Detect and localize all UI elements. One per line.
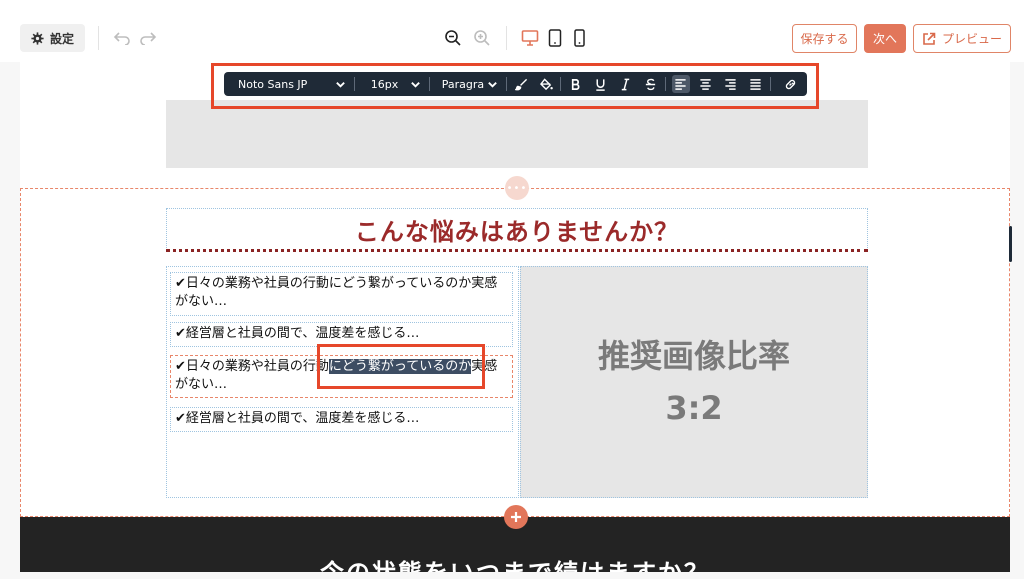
next-section-heading[interactable]: 今の状態をいつまで続けますか？ (20, 553, 1010, 572)
align-justify-icon (750, 78, 761, 90)
desktop-view-button[interactable] (520, 28, 540, 48)
bold-button[interactable] (563, 72, 588, 96)
image-placeholder[interactable]: 推奨画像比率 3:2 (520, 266, 868, 498)
zoom-out-icon (445, 30, 461, 46)
list-item[interactable]: ✔経営層と社員の間で、温度差を感じる… (170, 407, 513, 432)
canvas-bottom (0, 572, 1024, 579)
zoom-in-button[interactable] (472, 28, 492, 48)
image-placeholder-previous[interactable] (166, 100, 868, 168)
strikethrough-icon (646, 78, 656, 90)
align-left-button[interactable] (668, 72, 693, 96)
text-color-button[interactable] (509, 72, 534, 96)
divider (98, 26, 99, 50)
external-link-icon (923, 32, 936, 45)
toolbar-divider (560, 77, 562, 91)
chevron-down-icon (487, 81, 497, 88)
align-justify-button[interactable] (743, 72, 768, 96)
preview-label: プレビュー (941, 32, 1002, 46)
font-family-select[interactable]: Noto Sans JP (224, 72, 352, 96)
align-left-active-bg (671, 75, 690, 93)
image-ratio-value: 3:2 (665, 389, 723, 427)
background-color-button[interactable] (534, 72, 559, 96)
add-section-button[interactable] (504, 505, 528, 529)
heading-underline (166, 249, 868, 252)
mobile-icon (573, 29, 585, 47)
chevron-down-icon (410, 81, 420, 88)
section-drag-handle[interactable]: ••• (505, 176, 529, 200)
block-format-value: Paragra (441, 77, 485, 91)
align-center-icon (700, 78, 711, 90)
paint-bucket-icon (539, 77, 553, 90)
tablet-view-button[interactable] (546, 28, 564, 48)
gear-icon (31, 31, 44, 45)
text-format-toolbar: Noto Sans JP 16px Paragra (224, 72, 807, 96)
toolbar-divider (428, 77, 430, 91)
link-icon (785, 79, 795, 89)
zoom-in-icon (474, 30, 490, 46)
tablet-icon (548, 29, 562, 47)
divider (506, 26, 507, 50)
zoom-out-button[interactable] (443, 28, 463, 48)
align-right-icon (725, 78, 736, 90)
toolbar-divider (665, 77, 667, 91)
list-item-text: ✔経営層と社員の間で、温度差を感じる… (175, 326, 420, 341)
preview-button[interactable]: プレビュー (913, 24, 1011, 53)
insert-link-button[interactable] (773, 72, 807, 96)
mobile-view-button[interactable] (571, 28, 587, 48)
section-heading[interactable]: こんな悩みはありませんか？ (166, 212, 868, 247)
settings-button[interactable]: 設定 (20, 24, 85, 52)
align-right-button[interactable] (718, 72, 743, 96)
toolbar-divider (505, 77, 507, 91)
list-item-text: ✔日々の業務や社員の行動にどう繋がっているのか実感がない… (175, 276, 498, 309)
selection-highlight-box (317, 344, 485, 389)
scrollbar-thumb[interactable] (1009, 226, 1012, 262)
undo-icon (113, 32, 130, 45)
save-label: 保存する (800, 32, 849, 46)
desktop-icon (521, 30, 539, 46)
editor-topbar: 設定 保存する 次へ プレビュー (0, 0, 1024, 62)
next-button[interactable]: 次へ (864, 24, 906, 53)
strikethrough-button[interactable] (638, 72, 663, 96)
italic-icon (622, 78, 630, 90)
settings-label: 設定 (49, 31, 74, 46)
list-item-text-before: ✔日々の業務や社員の行動 (175, 359, 329, 374)
redo-button[interactable] (138, 30, 158, 46)
align-center-button[interactable] (693, 72, 718, 96)
underline-icon (596, 78, 606, 91)
font-family-value: Noto Sans JP (238, 77, 308, 91)
bold-icon (572, 78, 580, 90)
undo-button[interactable] (112, 30, 132, 46)
toolbar-divider (353, 77, 355, 91)
save-button[interactable]: 保存する (792, 24, 857, 53)
brush-icon (514, 78, 527, 90)
block-format-select[interactable]: Paragra (432, 72, 504, 96)
italic-button[interactable] (613, 72, 638, 96)
list-item[interactable]: ✔日々の業務や社員の行動にどう繋がっているのか実感がない… (170, 272, 513, 316)
image-ratio-label: 推奨画像比率 (597, 337, 790, 375)
chevron-down-icon (335, 81, 345, 88)
plus-icon (511, 512, 521, 522)
align-left-icon (675, 78, 686, 90)
underline-button[interactable] (588, 72, 613, 96)
font-size-value: 16px (370, 77, 399, 91)
next-label: 次へ (872, 32, 897, 46)
list-item-text: ✔経営層と社員の間で、温度差を感じる… (175, 411, 420, 426)
font-size-select[interactable]: 16px (357, 72, 427, 96)
redo-icon (140, 32, 157, 45)
toolbar-divider (770, 77, 772, 91)
